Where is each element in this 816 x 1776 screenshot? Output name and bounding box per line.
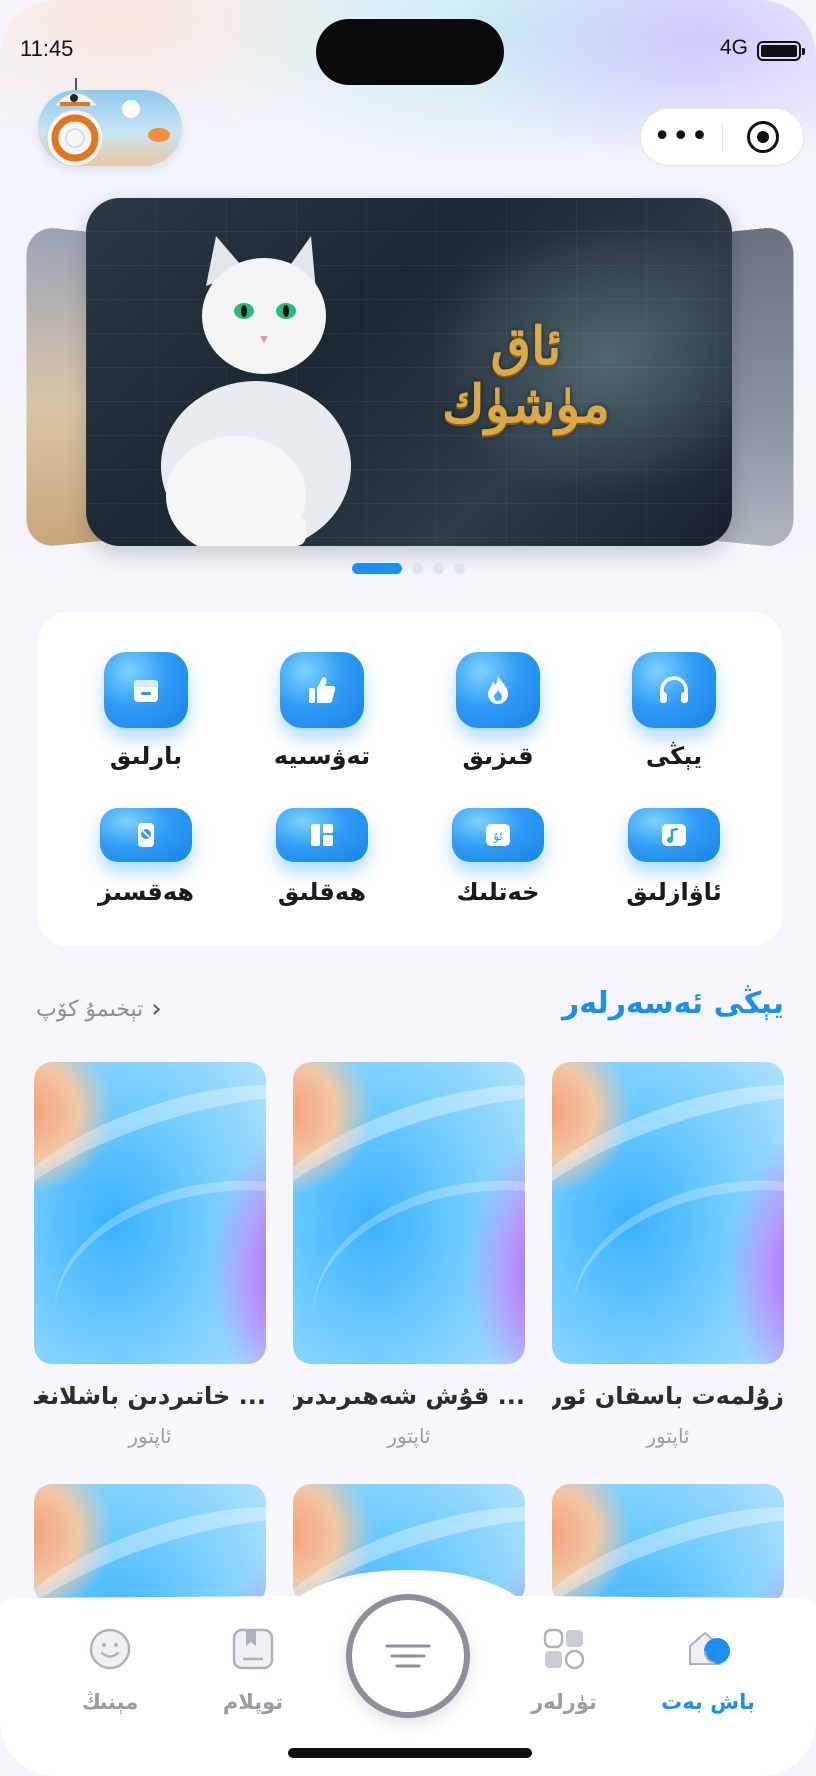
- miniprogram-capsule: •••: [640, 108, 804, 166]
- tab-label: باش بەت: [661, 1690, 755, 1714]
- phone-screen: 11:45 4G ••• ئاق مۈشۈك يېڭى قىزىق تەۋسىي…: [0, 0, 816, 1776]
- section-title: يېڭى ئەسەرلەر: [561, 986, 784, 1021]
- category-free[interactable]: ھەقسىز: [58, 808, 234, 906]
- menu-lines-icon: [385, 1644, 431, 1668]
- book-card[interactable]: زۇلمەت باسقان ئورمان ئاپتور: [552, 1062, 784, 1448]
- banner-indicator[interactable]: [412, 562, 423, 574]
- category-label: قىزىق: [462, 742, 534, 770]
- bookmark-book-icon: [232, 1628, 274, 1670]
- status-time: 11:45: [20, 36, 74, 61]
- dynamic-island: [316, 19, 504, 85]
- category-all[interactable]: بارلىق: [58, 652, 234, 770]
- book-author: ئاپتور: [128, 1424, 172, 1448]
- tab-home[interactable]: باش بەت: [648, 1626, 768, 1714]
- free-icon: [100, 808, 192, 862]
- droid-mascot-icon: [46, 78, 104, 167]
- book-title: ... خاتىردىن باشلانغان: [34, 1382, 266, 1410]
- home-indicator: [288, 1748, 532, 1758]
- banner-indicator[interactable]: [454, 562, 465, 574]
- book-author: ئاپتور: [646, 1424, 690, 1448]
- category-hot[interactable]: قىزىق: [410, 652, 586, 770]
- close-miniprogram-button[interactable]: [723, 121, 804, 153]
- book-card[interactable]: ... خاتىردىن باشلانغان ئاپتور: [34, 1062, 266, 1448]
- more-dots-icon[interactable]: •••: [641, 122, 722, 152]
- category-paid[interactable]: ھەقلىق: [234, 808, 410, 906]
- app-logo[interactable]: [38, 78, 182, 167]
- white-cat-illustration: [161, 236, 351, 546]
- book-author: ئاپتور: [387, 1424, 431, 1448]
- music-note-icon: [628, 808, 720, 862]
- grid-icon: [543, 1628, 585, 1670]
- category-label: ئاۋازلىق: [626, 878, 722, 906]
- more-link[interactable]: ‹ تېخىمۇ كۆپ: [36, 994, 162, 1024]
- inbox-icon: [104, 652, 188, 728]
- book-cover[interactable]: [552, 1062, 784, 1364]
- category-label: بارلىق: [109, 742, 183, 770]
- banner-indicator-active[interactable]: [352, 562, 402, 574]
- tab-categories[interactable]: تۈرلەر: [504, 1626, 624, 1714]
- banner-slide[interactable]: ئاق مۈشۈك: [86, 198, 732, 546]
- network-indicator: 4G: [720, 36, 749, 59]
- home-icon: [689, 1631, 730, 1665]
- battery-icon: [757, 41, 805, 61]
- sun-icon: [122, 100, 140, 118]
- tab-mine[interactable]: مېنىڭ: [50, 1626, 170, 1714]
- book-title: زۇلمەت باسقان ئورمان: [552, 1382, 784, 1410]
- dune-icon: [148, 128, 170, 142]
- category-label: ھەقلىق: [277, 878, 367, 906]
- tab-label: توپلام: [222, 1690, 284, 1714]
- book-card[interactable]: ... قۇش شەھىرىدىن باش ئاپتور: [293, 1062, 525, 1448]
- banner-title-line1: ئاق: [490, 316, 562, 377]
- headphones-icon: [632, 652, 716, 728]
- book-cover[interactable]: [293, 1062, 525, 1364]
- thumbs-up-icon: [280, 652, 364, 728]
- category-audio[interactable]: ئاۋازلىق: [586, 808, 762, 906]
- category-label: تەۋسىيە: [273, 742, 371, 770]
- banner-indicators: [352, 562, 465, 574]
- text-icon: ئۇ: [452, 808, 544, 862]
- category-label: ھەقسىز: [97, 878, 195, 906]
- target-icon: [746, 121, 779, 153]
- more-label: تېخىمۇ كۆپ: [36, 996, 144, 1022]
- smiley-icon: [89, 1628, 131, 1670]
- paid-icon: [276, 808, 368, 862]
- book-title: ... قۇش شەھىرىدىن باش: [293, 1382, 525, 1410]
- svg-text:ئۇ: ئۇ: [492, 829, 503, 844]
- category-recommend[interactable]: تەۋسىيە: [234, 652, 410, 770]
- category-text[interactable]: ئۇ خەتلىك: [410, 808, 586, 906]
- book-cover[interactable]: [34, 1062, 266, 1364]
- flame-icon: [456, 652, 540, 728]
- chevron-left-icon: ‹: [151, 994, 162, 1024]
- banner-title-line2: مۈشۈك: [441, 374, 610, 435]
- tab-collection[interactable]: توپلام: [193, 1626, 313, 1714]
- banner-title: ئاق مۈشۈك: [416, 318, 636, 434]
- banner-indicator[interactable]: [433, 562, 444, 574]
- tab-label: تۈرلەر: [531, 1690, 597, 1714]
- category-new[interactable]: يېڭى: [586, 652, 762, 770]
- center-menu-button[interactable]: [346, 1594, 470, 1718]
- category-label: خەتلىك: [456, 878, 540, 906]
- tab-label: مېنىڭ: [81, 1690, 139, 1714]
- category-label: يېڭى: [645, 742, 703, 770]
